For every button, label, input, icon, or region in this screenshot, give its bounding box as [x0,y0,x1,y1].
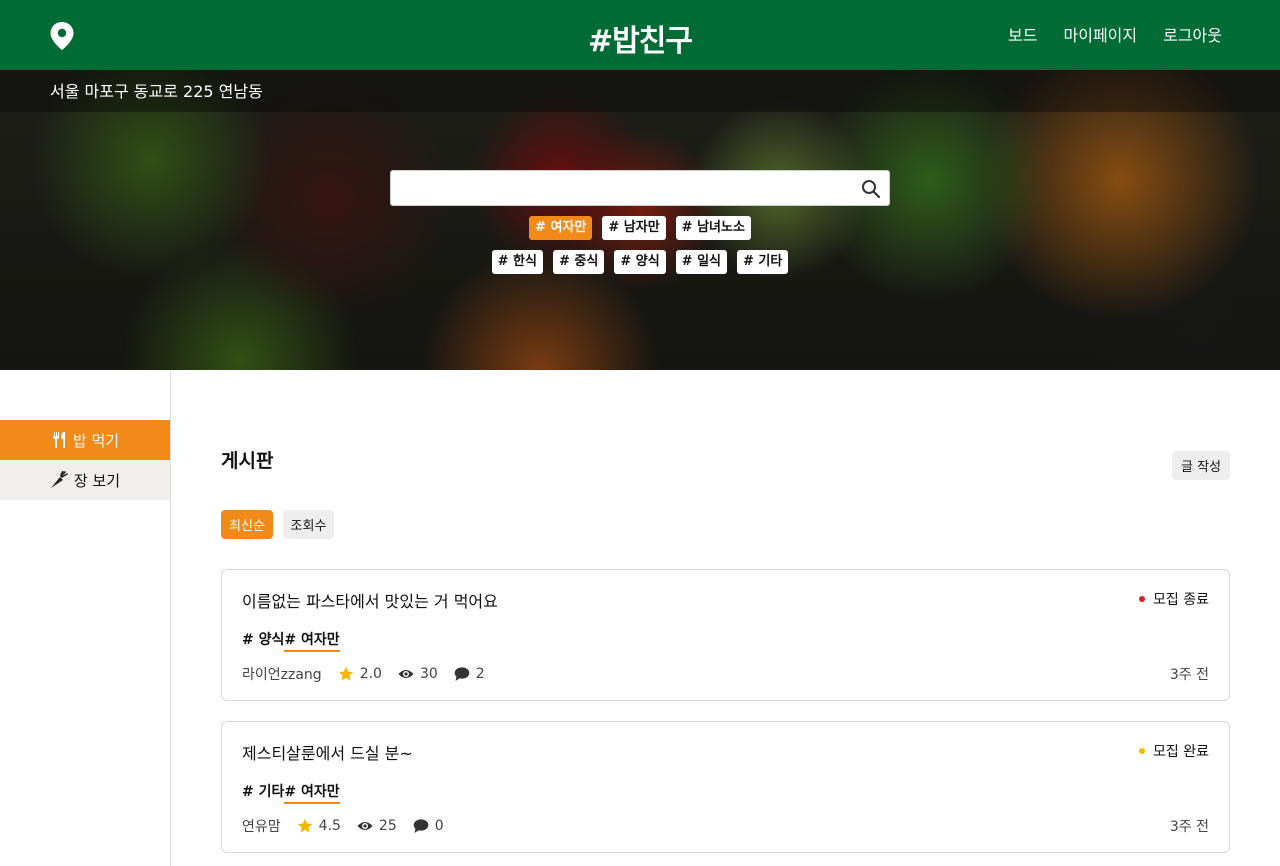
post-card[interactable]: 이름없는 파스타에서 맛있는 거 먹어요 모집 종료 # 양식 # 여자만 라이… [221,569,1230,701]
food-tag-row: # 한식 # 중식 # 양식 # 일식 # 기타 [0,250,1280,274]
sidebar-item-label: 밥 먹기 [72,431,120,450]
views-value: 30 [419,666,438,682]
utensils-icon [52,432,65,448]
status-badge: 모집 종료 [1139,589,1209,609]
post-title: 이름없는 파스타에서 맛있는 거 먹어요 [242,592,498,611]
tag-women-only[interactable]: # 여자만 [529,216,593,240]
post-author: 라이언zzang [242,667,322,683]
page-title: 게시판 [221,450,274,472]
status-label: 모집 종료 [1153,592,1209,608]
sidebar-item-eat[interactable]: 밥 먹기 [0,420,170,460]
post-tag-gender: # 여자만 [284,629,340,652]
carrot-icon [50,471,68,488]
post-card[interactable]: 제스티살룬에서 드실 분~ 모집 완료 # 기타 # 여자만 연유맘 4.5 2… [221,721,1230,853]
comment-icon [454,667,470,681]
tag-chinese[interactable]: # 중식 [552,250,605,274]
views-value: 25 [378,818,397,834]
post-time: 3주 전 [1169,667,1209,683]
search-icon[interactable] [861,179,881,199]
post-rating: 2.0 [338,666,382,682]
write-post-button[interactable]: 글 작성 [1172,451,1230,480]
gender-tag-row: # 여자만 # 남자만 # 남녀노소 [0,216,1280,240]
post-views: 25 [357,818,397,834]
tag-korean[interactable]: # 한식 [491,250,543,274]
comments-value: 2 [475,666,485,682]
post-tag-food: # 기타 [242,784,285,800]
tag-etc[interactable]: # 기타 [737,250,789,274]
sidebar-item-label: 장 보기 [73,471,121,490]
status-badge: 모집 완료 [1139,741,1209,761]
search-bar [390,170,890,206]
post-time: 3주 전 [1169,819,1209,835]
post-meta: 라이언zzang 2.0 30 2 [242,664,485,684]
hero-banner: 서울 마포구 동교로 225 연남동 # 여자만 # 남자만 # 남녀노소 # … [0,70,1280,370]
nav-logout-link[interactable]: 로그아웃 [1163,22,1222,46]
sort-views-button[interactable]: 조회수 [283,510,334,539]
search-input[interactable] [391,171,851,205]
post-tag-food: # 양식 [242,632,285,648]
sidebar-item-shop[interactable]: 장 보기 [0,460,170,500]
post-comments: 2 [454,666,485,682]
status-dot-icon [1139,596,1146,602]
tag-western[interactable]: # 양식 [614,250,666,274]
post-views: 30 [398,666,438,682]
post-meta: 연유맘 4.5 25 0 [242,816,444,836]
comments-value: 0 [434,818,444,834]
post-tag-gender: # 여자만 [284,781,340,804]
status-label: 모집 완료 [1153,744,1209,760]
comment-icon [413,819,429,833]
tag-everyone[interactable]: # 남녀노소 [675,216,751,240]
post-rating: 4.5 [297,818,341,834]
sort-latest-button[interactable]: 최신순 [221,510,273,539]
tag-japanese[interactable]: # 일식 [675,250,728,274]
top-nav: 보드 마이페이지 로그아웃 [1008,22,1222,46]
nav-board-link[interactable]: 보드 [1008,22,1037,46]
post-comments: 0 [413,818,444,834]
post-author: 연유맘 [242,819,281,835]
tag-men-only[interactable]: # 남자만 [602,216,666,240]
post-tags: # 기타 # 여자만 [242,781,340,804]
nav-mypage-link[interactable]: 마이페이지 [1064,22,1138,46]
star-icon [297,818,312,833]
status-dot-icon [1139,748,1146,754]
post-tags: # 양식 # 여자만 [242,629,340,652]
eye-icon [398,670,414,678]
location-pin-icon[interactable] [50,22,74,50]
top-navbar: #밥친구 보드 마이페이지 로그아웃 [0,0,1280,70]
rating-value: 4.5 [318,818,341,834]
current-address: 서울 마포구 동교로 225 연남동 [50,82,263,101]
star-icon [338,666,353,681]
rating-value: 2.0 [359,666,382,682]
post-title: 제스티살룬에서 드실 분~ [242,744,413,763]
sidebar: 밥 먹기 장 보기 [0,370,171,866]
eye-icon [357,822,373,830]
